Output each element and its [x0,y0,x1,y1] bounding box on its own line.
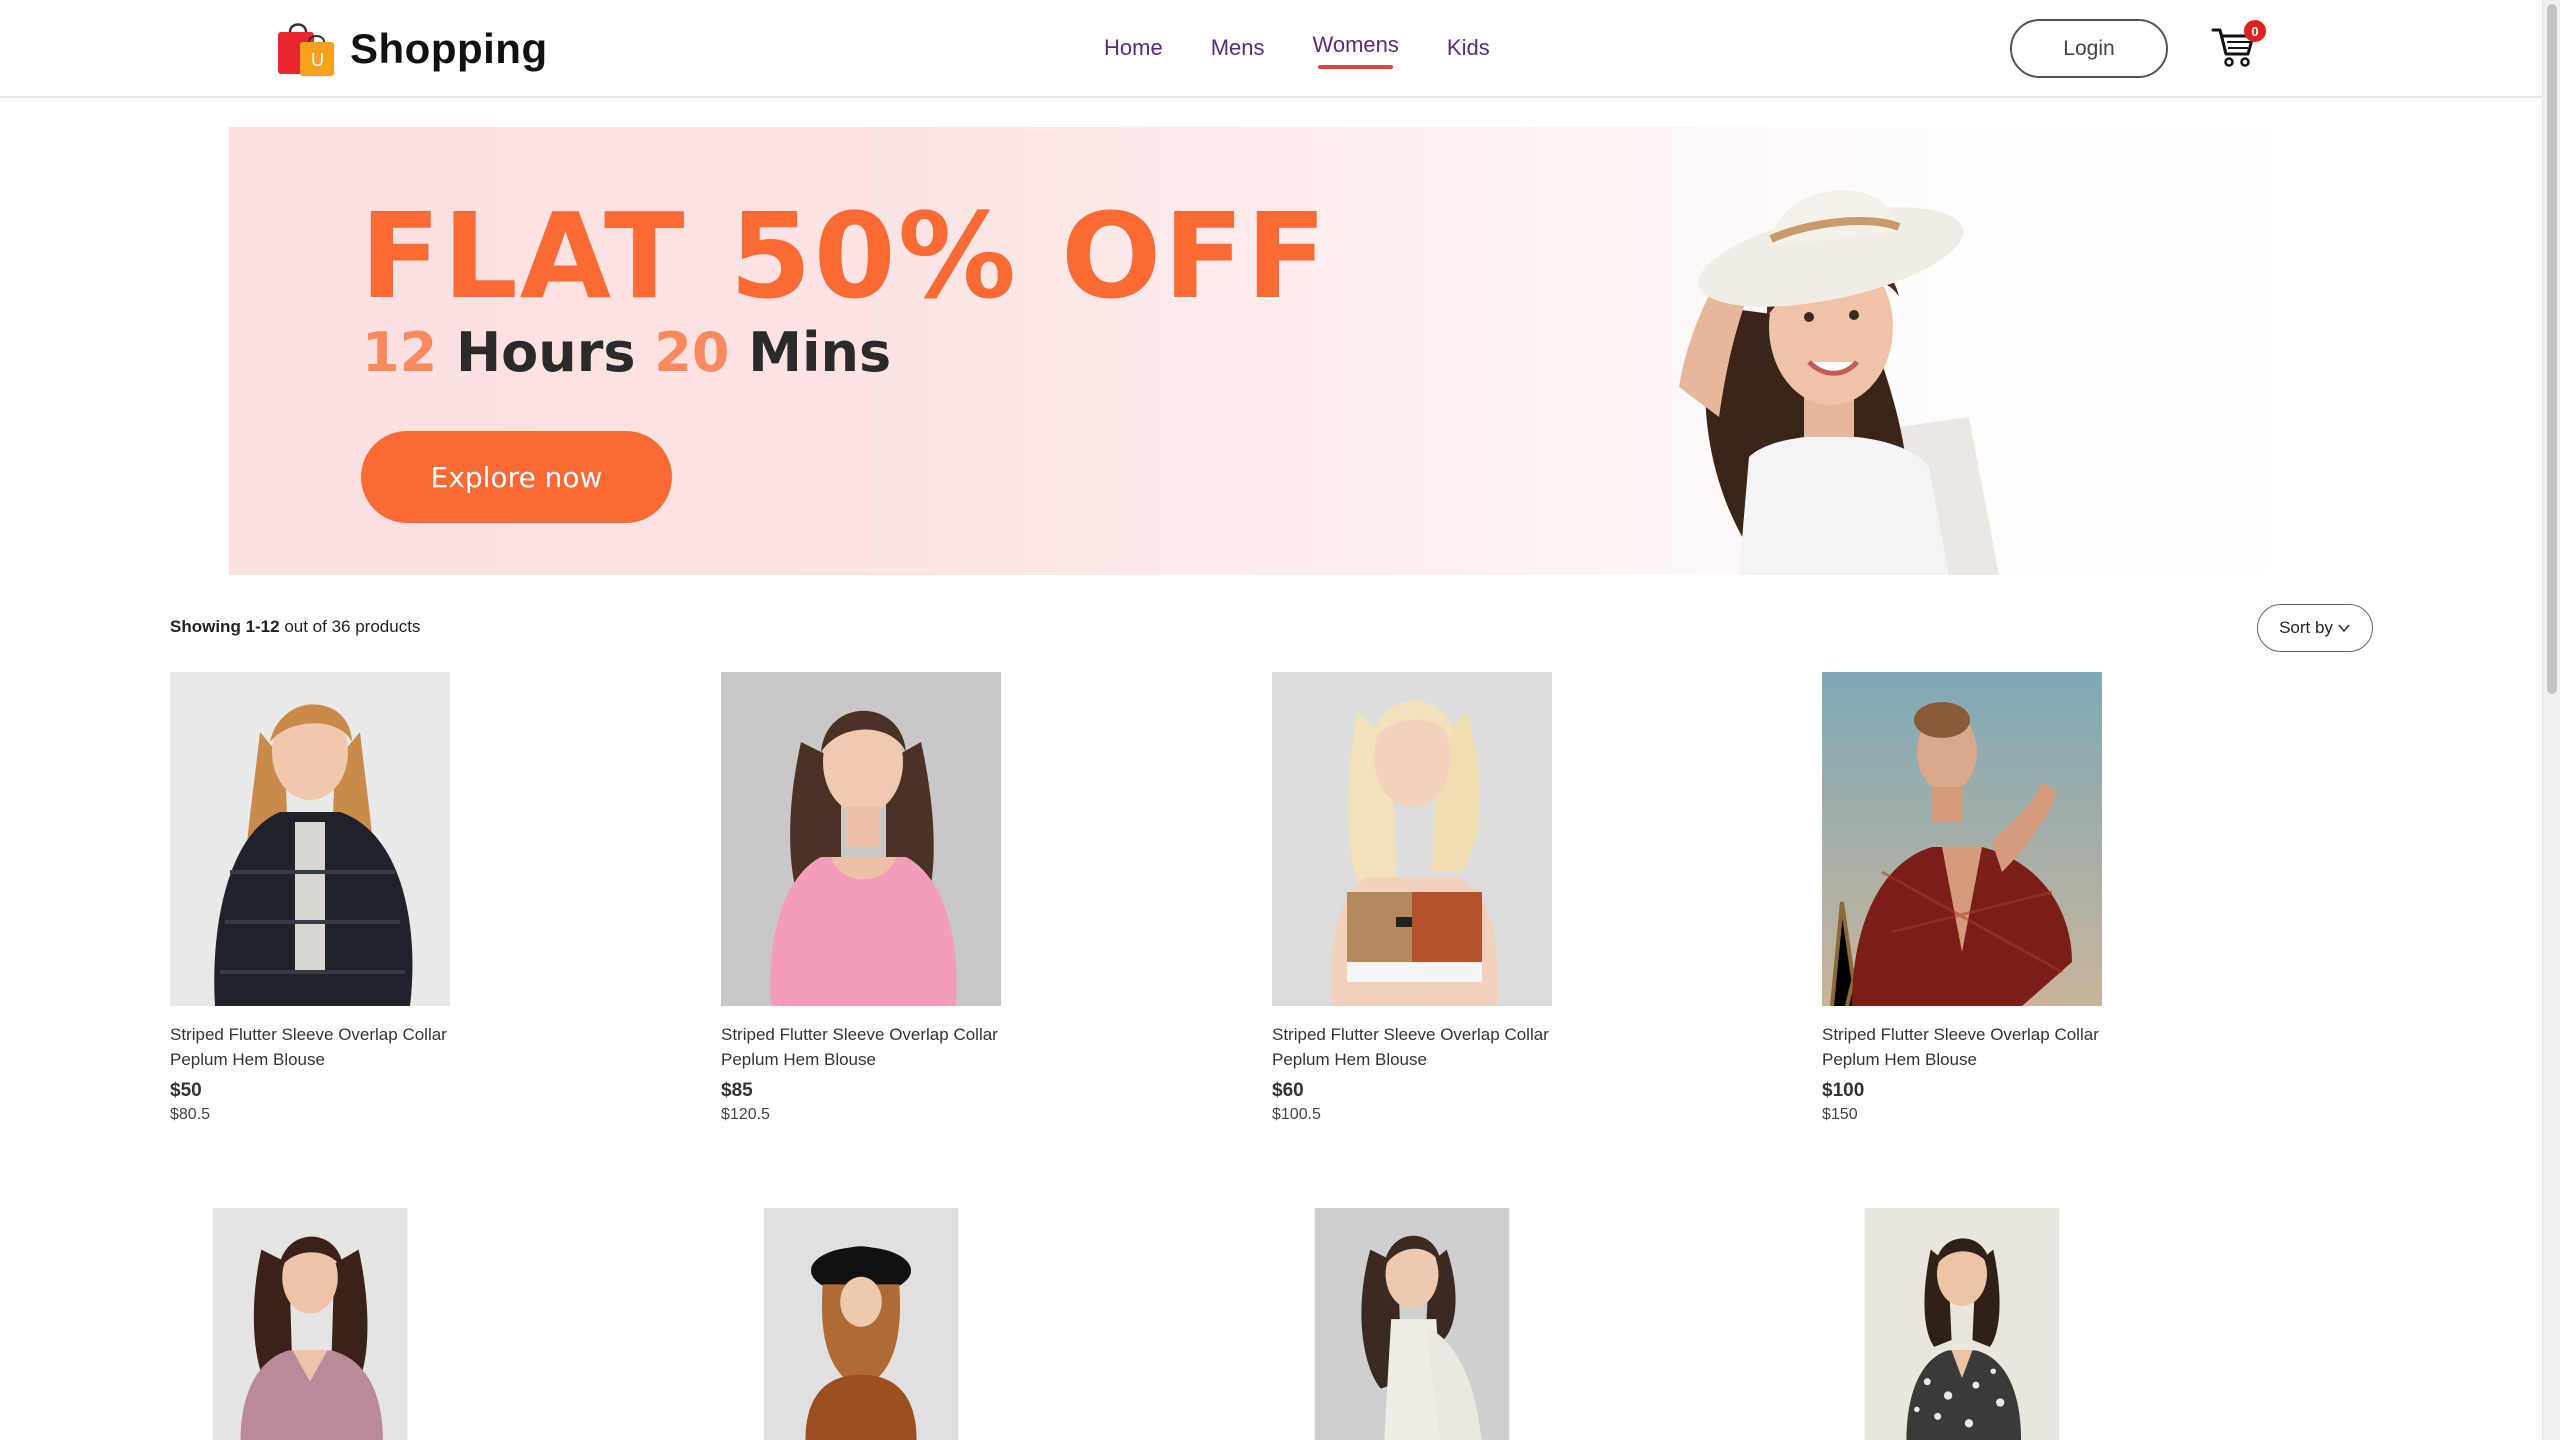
product-image[interactable] [170,672,450,1006]
product-image[interactable] [1272,672,1552,1006]
product-name[interactable]: Striped Flutter Sleeve Overlap Collar Pe… [170,1022,450,1072]
banner-model-image [1679,190,1999,575]
cart-count-badge: 0 [2244,20,2266,42]
countdown-mins-label: Mins [748,321,892,384]
showing-range: 1-12 [245,617,280,636]
product-card[interactable] [170,1208,450,1440]
brand-logo[interactable]: U Shopping [276,18,548,80]
main-nav: Home Mens Womens Kids [1080,27,1514,69]
sort-label: Sort by [2279,618,2333,637]
nav-womens[interactable]: Womens [1288,27,1422,69]
cart-button[interactable]: 0 [2210,20,2266,72]
brand-name: Shopping [350,25,548,72]
product-card[interactable]: Striped Flutter Sleeve Overlap Collar Pe… [721,672,1001,1124]
countdown-hours-label: Hours [455,321,636,384]
showing-label: Showing [170,617,241,636]
product-image[interactable] [721,1208,1001,1440]
product-old-price: $120.5 [721,1106,770,1123]
product-name[interactable]: Striped Flutter Sleeve Overlap Collar Pe… [721,1022,1001,1072]
product-price: $85 [721,1080,753,1101]
product-image[interactable] [721,672,1001,1006]
chevron-down-icon [2338,624,2350,633]
product-card[interactable] [721,1208,1001,1440]
scrollbar-thumb[interactable] [2547,4,2557,694]
promo-banner: FLAT 50% OFF 12 Hours 20 Mins Explore no… [229,127,2311,575]
product-card[interactable]: Striped Flutter Sleeve Overlap Collar Pe… [1822,672,2102,1124]
product-old-price: $150 [1822,1106,1858,1123]
countdown-hours-value: 12 [362,321,438,384]
nav-kids[interactable]: Kids [1423,30,1514,66]
product-card[interactable]: Striped Flutter Sleeve Overlap Collar Pe… [1272,672,1552,1124]
product-image[interactable] [1822,672,2102,1006]
product-card[interactable] [1272,1208,1552,1440]
banner-countdown: 12 Hours 20 Mins [362,321,891,384]
top-header: U Shopping Home Mens Womens Kids Login 0 [0,0,2542,98]
sort-by-button[interactable]: Sort by [2257,604,2373,652]
product-card[interactable]: Striped Flutter Sleeve Overlap Collar Pe… [170,672,450,1124]
shopping-bag-logo-icon: U [276,18,338,80]
showing-suffix: out of 36 products [284,617,421,636]
product-name[interactable]: Striped Flutter Sleeve Overlap Collar Pe… [1822,1022,2102,1072]
countdown-mins-value: 20 [654,321,730,384]
banner-headline: FLAT 50% OFF [360,187,1329,325]
product-price: $50 [170,1080,202,1101]
product-price: $60 [1272,1080,1304,1101]
showing-count: Showing 1-12 out of 36 products [170,617,420,637]
product-image[interactable] [1822,1208,2102,1440]
product-old-price: $100.5 [1272,1106,1321,1123]
logo-letter: U [311,50,324,70]
page-scrollbar[interactable] [2542,0,2560,1440]
product-old-price: $80.5 [170,1106,211,1123]
product-name[interactable]: Striped Flutter Sleeve Overlap Collar Pe… [1272,1022,1552,1072]
product-price: $100 [1822,1080,1865,1101]
login-button[interactable]: Login [2010,19,2168,78]
explore-now-button[interactable]: Explore now [361,431,672,523]
product-card[interactable] [1822,1208,2102,1440]
product-image[interactable] [170,1208,450,1440]
nav-home[interactable]: Home [1080,30,1187,66]
nav-mens[interactable]: Mens [1187,30,1289,66]
product-image[interactable] [1272,1208,1552,1440]
